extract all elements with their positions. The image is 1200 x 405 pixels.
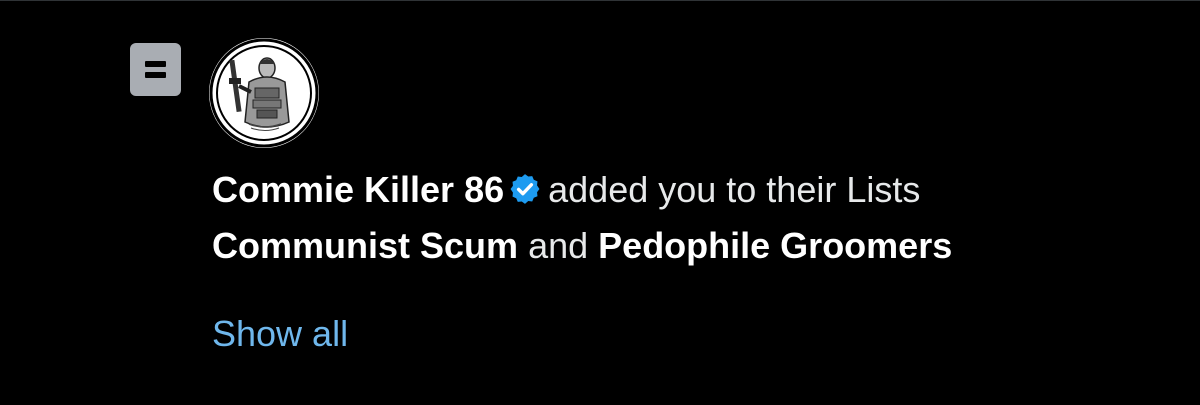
user-name[interactable]: Commie Killer 86 <box>212 169 504 210</box>
message-line-1: Commie Killer 86 added you to their List… <box>212 162 1172 218</box>
message-line-2: Communist Scum and Pedophile Groomers <box>212 218 1172 274</box>
notification-message: Commie Killer 86 added you to their List… <box>212 162 1172 274</box>
action-text: added you to their Lists <box>548 169 921 210</box>
avatar[interactable] <box>209 38 319 148</box>
conjunction-text: and <box>528 225 589 266</box>
show-all-link[interactable]: Show all <box>212 306 348 362</box>
verified-badge-icon <box>510 174 540 204</box>
list-name-two[interactable]: Pedophile Groomers <box>598 225 952 266</box>
list-icon <box>130 43 181 96</box>
list-notification[interactable]: Commie Killer 86 added you to their List… <box>0 0 1200 405</box>
list-name-one[interactable]: Communist Scum <box>212 225 518 266</box>
avatar-image <box>209 38 319 148</box>
